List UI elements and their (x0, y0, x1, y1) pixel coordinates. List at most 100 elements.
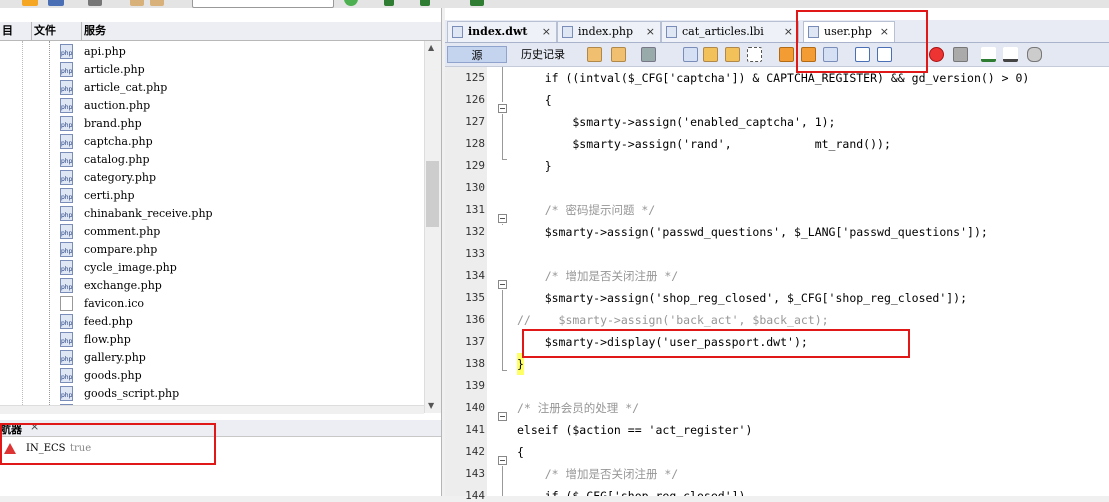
tab-services[interactable]: 服务 (82, 22, 162, 40)
fold-toggle[interactable] (498, 280, 507, 289)
php-file-icon: php (60, 224, 73, 239)
line-number: 132 (465, 225, 485, 238)
forward-icon[interactable] (641, 47, 656, 62)
config-select[interactable] (192, 0, 334, 8)
file-name: flow.php (84, 333, 131, 346)
project-panel-tabs: 目 文件 服务 (0, 22, 441, 41)
file-tree-item[interactable]: php catalog.php (60, 151, 420, 169)
file-tree-item[interactable]: php goods.php (60, 367, 420, 385)
check-icon[interactable] (981, 47, 996, 62)
php-file-icon: php (60, 80, 73, 95)
file-name: catalog.php (84, 153, 150, 166)
file-tree-item[interactable]: php category.php (60, 169, 420, 187)
undo-icon[interactable] (130, 0, 144, 6)
save-icon[interactable] (48, 0, 64, 6)
php-file-icon: php (60, 368, 73, 383)
file-tree-item[interactable]: php chinabank_receive.php (60, 205, 420, 223)
close-icon[interactable]: × (542, 22, 551, 42)
file-tree-item[interactable]: php flow.php (60, 331, 420, 349)
find-next-icon[interactable] (725, 47, 740, 62)
find-previous-icon[interactable] (703, 47, 718, 62)
stop-macro-icon[interactable] (953, 47, 968, 62)
file-ext-label: php (61, 194, 73, 201)
fold-toggle[interactable] (498, 104, 507, 113)
print-icon[interactable] (88, 0, 102, 6)
line-number: 133 (465, 247, 485, 260)
file-tree-item[interactable]: php gallery.php (60, 349, 420, 367)
file-ext-label: php (61, 158, 73, 165)
editor-toolbar: 源 历史记录 (445, 43, 1109, 67)
code-line: { (517, 93, 552, 107)
find-selection-icon[interactable] (683, 47, 698, 62)
file-tree-item[interactable]: php feed.php (60, 313, 420, 331)
open-project-icon[interactable] (22, 0, 38, 6)
fold-guide (502, 159, 507, 160)
file-tree-item[interactable]: php certi.php (60, 187, 420, 205)
clean-build-icon[interactable] (384, 0, 394, 6)
php-file-icon: php (60, 350, 73, 365)
file-tree-item[interactable]: php auction.php (60, 97, 420, 115)
start-macro-icon[interactable] (929, 47, 944, 62)
file-tree-item[interactable]: php api.php (60, 43, 420, 61)
vertical-scrollbar[interactable]: ▲ ▼ (424, 41, 441, 413)
file-name: favicon.ico (84, 297, 145, 310)
database-icon[interactable] (1027, 47, 1042, 62)
file-tree-item[interactable]: php goods_script.php (60, 385, 420, 403)
run-icon[interactable] (420, 0, 430, 6)
tab-index-dwt[interactable]: index.dwt × (447, 21, 557, 42)
last-edit-icon[interactable] (587, 47, 602, 62)
fold-toggle[interactable] (498, 456, 507, 465)
close-icon[interactable]: × (784, 22, 793, 42)
scroll-thumb[interactable] (426, 161, 439, 227)
build-icon[interactable] (344, 0, 358, 6)
file-tree-item[interactable]: php captcha.php (60, 133, 420, 151)
file-tree-item[interactable]: php brand.php (60, 115, 420, 133)
redo-icon[interactable] (150, 0, 164, 6)
scroll-up-icon[interactable]: ▲ (428, 43, 434, 52)
file-ext-label: php (61, 266, 73, 273)
scroll-down-icon[interactable]: ▼ (428, 401, 434, 410)
file-ext-label: php (61, 284, 73, 291)
toggle-highlight-icon[interactable] (747, 47, 762, 62)
file-name: api.php (84, 45, 126, 58)
file-tree-item[interactable]: php comment.php (60, 223, 420, 241)
code-editor: index.dwt × index.php × cat_articles.lbi… (445, 8, 1109, 502)
line-number: 138 (465, 357, 485, 370)
back-icon[interactable] (611, 47, 626, 62)
file-tree-item[interactable]: php article_cat.php (60, 79, 420, 97)
history-button[interactable]: 历史记录 (513, 46, 573, 63)
source-button[interactable]: 源 (447, 46, 507, 63)
tab-index-php[interactable]: index.php × (557, 21, 661, 42)
code-line: /* 注册会员的处理 */ (517, 401, 640, 415)
comment-icon[interactable] (1003, 47, 1018, 62)
file-tree-item[interactable]: php cycle_image.php (60, 259, 420, 277)
tab-files[interactable]: 文件 (32, 22, 82, 40)
php-file-icon: php (60, 188, 73, 203)
file-tree-item[interactable]: php article.php (60, 61, 420, 79)
editor-tabs: index.dwt × index.php × cat_articles.lbi… (445, 20, 1109, 43)
file-name: exchange.php (84, 279, 162, 292)
tab-projects[interactable]: 目 (0, 22, 32, 40)
file-tree-item[interactable]: favicon.ico (60, 295, 420, 313)
close-icon[interactable]: × (646, 22, 655, 42)
code-line: if ($_CFG['shop_reg_closed']) (517, 489, 746, 496)
file-ext-label: php (61, 122, 73, 129)
file-ext-label: php (61, 230, 73, 237)
previous-bookmark-icon[interactable] (779, 47, 794, 62)
file-name: certi.php (84, 189, 135, 202)
code-area[interactable]: if ((intval($_CFG['captcha']) & CAPTCHA_… (517, 67, 1109, 496)
debug-icon[interactable] (470, 0, 484, 6)
file-name: cycle_image.php (84, 261, 177, 274)
tab-cat-articles-lbi[interactable]: cat_articles.lbi × (661, 21, 799, 42)
fold-toggle[interactable] (498, 214, 507, 223)
file-ext-label: php (61, 86, 73, 93)
file-ext-label: php (61, 212, 73, 219)
code-line: $smarty->assign('rand', mt_rand()); (517, 137, 891, 151)
horizontal-scrollbar[interactable] (0, 405, 424, 414)
code-line: /* 增加是否关闭注册 */ (517, 269, 679, 283)
fold-toggle[interactable] (498, 412, 507, 421)
file-tree-item[interactable]: php compare.php (60, 241, 420, 259)
php-file-icon: php (60, 332, 73, 347)
file-name: captcha.php (84, 135, 153, 148)
file-tree-item[interactable]: php exchange.php (60, 277, 420, 295)
